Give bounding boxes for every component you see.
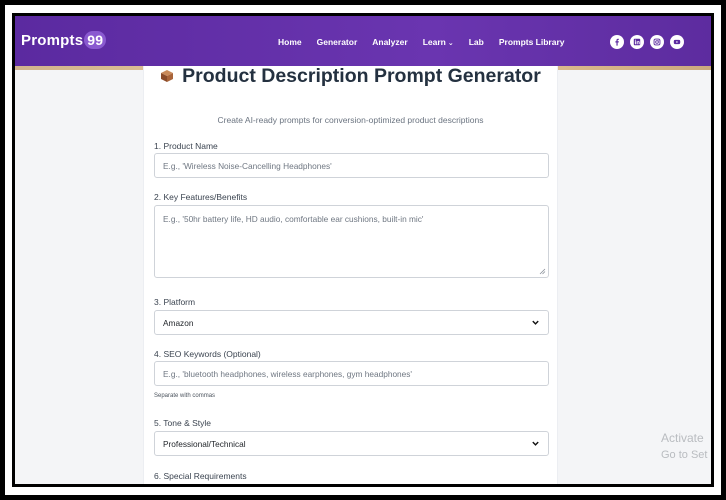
nav-lab[interactable]: Lab — [469, 37, 484, 47]
special-requirements-label: 6. Special Requirements — [154, 471, 247, 481]
seo-keywords-hint: Separate with commas — [154, 393, 216, 399]
chevron-down-icon: ⌄ — [447, 40, 454, 47]
product-name-input[interactable]: E.g., 'Wireless Noise-Cancelling Headpho… — [154, 153, 549, 178]
page-subtitle: Create AI-ready prompts for conversion-o… — [217, 115, 484, 125]
logo-badge: 99 — [84, 31, 107, 49]
logo-text: Prompts — [21, 31, 84, 49]
site-logo[interactable]: Prompts 99 — [21, 31, 107, 49]
seo-keywords-label: 4. SEO Keywords (Optional) — [154, 349, 261, 359]
platform-value: Amazon — [163, 317, 194, 328]
tone-style-label: 5. Tone & Style — [154, 418, 212, 428]
page-title-text: Product Description Prompt Generator — [182, 65, 541, 87]
youtube-icon[interactable] — [670, 35, 684, 49]
platform-label: 3. Platform — [154, 297, 196, 307]
nav-learn[interactable]: Learn ⌄ — [423, 37, 454, 47]
activation-watermark-line1: Activate — [661, 431, 704, 445]
page-title: Product Description Prompt Generator — [143, 64, 558, 88]
seo-keywords-placeholder: E.g., 'bluetooth headphones, wireless ea… — [163, 368, 413, 379]
features-textarea[interactable]: E.g., '50hr battery life, HD audio, comf… — [154, 205, 549, 278]
features-label: 2. Key Features/Benefits — [154, 192, 248, 202]
product-name-label: 1. Product Name — [154, 141, 218, 151]
chevron-down-icon — [532, 441, 539, 446]
tone-style-value: Professional/Technical — [163, 438, 246, 449]
browser-viewport: Prompts 99 Home Generator Analyzer Learn… — [15, 16, 711, 484]
nav-prompts-library[interactable]: Prompts Library — [499, 37, 565, 47]
tone-style-select[interactable]: Professional/Technical — [154, 431, 549, 456]
linkedin-icon[interactable] — [630, 35, 644, 49]
resize-handle-icon[interactable] — [539, 268, 546, 275]
chevron-down-icon — [532, 320, 539, 325]
package-icon — [161, 70, 174, 82]
instagram-icon[interactable] — [650, 35, 664, 49]
nav-links: Home Generator Analyzer Learn ⌄ Lab Promp… — [278, 37, 580, 47]
nav-analyzer[interactable]: Analyzer — [372, 37, 407, 47]
facebook-icon[interactable] — [610, 35, 624, 49]
platform-select[interactable]: Amazon — [154, 310, 549, 335]
nav-home[interactable]: Home — [278, 37, 302, 47]
features-placeholder: E.g., '50hr battery life, HD audio, comf… — [163, 214, 424, 224]
activation-watermark-line2: Go to Set — [661, 449, 708, 461]
seo-keywords-input[interactable]: E.g., 'bluetooth headphones, wireless ea… — [154, 361, 549, 386]
nav-generator[interactable]: Generator — [317, 37, 358, 47]
product-name-placeholder: E.g., 'Wireless Noise-Cancelling Headpho… — [163, 160, 332, 171]
top-navbar: Prompts 99 Home Generator Analyzer Learn… — [15, 16, 711, 66]
nav-learn-label: Learn — [422, 37, 446, 47]
